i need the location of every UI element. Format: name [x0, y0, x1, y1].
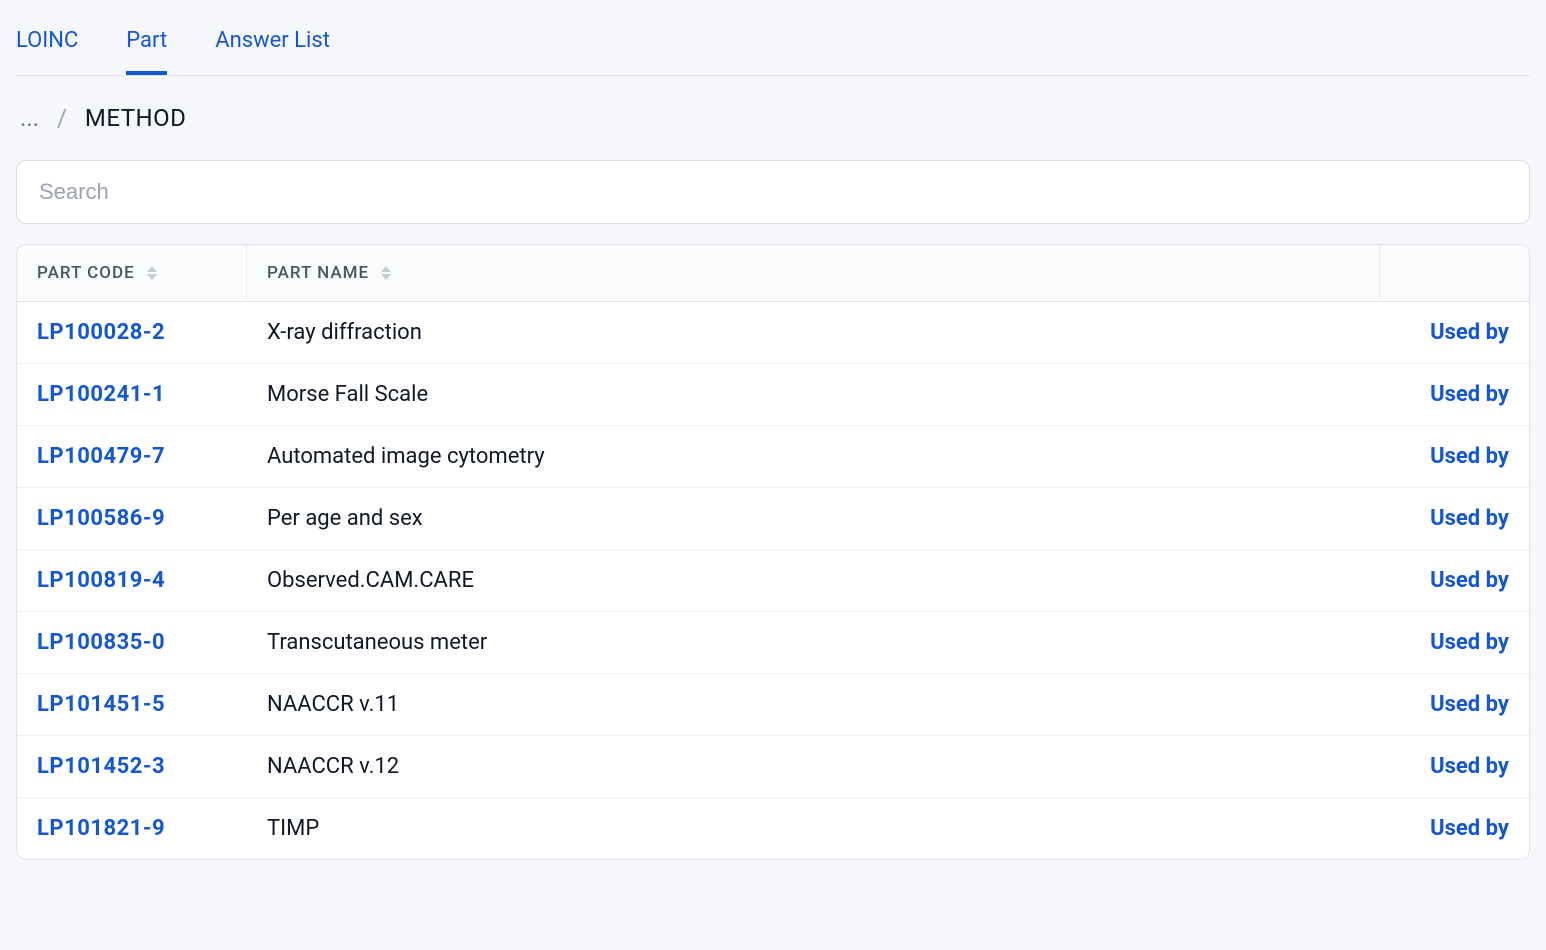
used-by-link[interactable]: Used by	[1430, 630, 1509, 655]
table-row: LP101452-3 NAACCR v.12 Used by	[17, 736, 1529, 798]
part-code-link[interactable]: LP100028-2	[37, 320, 165, 345]
table-header: PART CODE PART NAME	[17, 245, 1529, 302]
cell-actions: Used by	[1379, 798, 1529, 859]
cell-actions: Used by	[1379, 612, 1529, 673]
table-row: LP100028-2 X-ray diffraction Used by	[17, 302, 1529, 364]
table-row: LP100819-4 Observed.CAM.CARE Used by	[17, 550, 1529, 612]
cell-part-name: X-ray diffraction	[247, 302, 1379, 363]
cell-part-name: NAACCR v.11	[247, 674, 1379, 735]
used-by-link[interactable]: Used by	[1430, 754, 1509, 779]
part-code-link[interactable]: LP100241-1	[37, 382, 165, 407]
cell-actions: Used by	[1379, 426, 1529, 487]
sort-icon	[147, 266, 157, 280]
part-code-link[interactable]: LP101451-5	[37, 692, 165, 717]
cell-part-code: LP101821-9	[17, 798, 247, 859]
sort-icon	[381, 266, 391, 280]
breadcrumb-ellipsis[interactable]: ...	[20, 104, 39, 132]
tab-part[interactable]: Part	[126, 28, 167, 75]
breadcrumb-current: METHOD	[85, 104, 187, 132]
tab-answer-list[interactable]: Answer List	[215, 28, 330, 75]
part-code-link[interactable]: LP100586-9	[37, 506, 165, 531]
tabs-bar: LOINC Part Answer List	[16, 0, 1530, 76]
cell-part-code: LP101452-3	[17, 736, 247, 797]
cell-actions: Used by	[1379, 550, 1529, 611]
used-by-link[interactable]: Used by	[1430, 506, 1509, 531]
part-code-link[interactable]: LP100835-0	[37, 630, 165, 655]
cell-part-code: LP100819-4	[17, 550, 247, 611]
breadcrumb-separator: /	[57, 104, 67, 132]
table-row: LP100479-7 Automated image cytometry Used …	[17, 426, 1529, 488]
parts-table: PART CODE PART NAME LP100028-2 X-ray diff…	[16, 244, 1530, 860]
cell-actions: Used by	[1379, 736, 1529, 797]
cell-part-name: TIMP	[247, 798, 1379, 859]
cell-actions: Used by	[1379, 488, 1529, 549]
cell-part-code: LP100479-7	[17, 426, 247, 487]
cell-part-code: LP100586-9	[17, 488, 247, 549]
table-row: LP100241-1 Morse Fall Scale Used by	[17, 364, 1529, 426]
table-row: LP101451-5 NAACCR v.11 Used by	[17, 674, 1529, 736]
part-code-link[interactable]: LP101452-3	[37, 754, 165, 779]
column-header-part-name[interactable]: PART NAME	[247, 245, 1379, 301]
table-row: LP100586-9 Per age and sex Used by	[17, 488, 1529, 550]
cell-actions: Used by	[1379, 302, 1529, 363]
cell-part-name: Transcutaneous meter	[247, 612, 1379, 673]
cell-part-name: Automated image cytometry	[247, 426, 1379, 487]
table-row: LP100835-0 Transcutaneous meter Used by	[17, 612, 1529, 674]
column-header-label: PART CODE	[37, 263, 135, 283]
used-by-link[interactable]: Used by	[1430, 320, 1509, 345]
table-body: LP100028-2X-ray diffractionUsed byLP1002…	[17, 302, 1529, 859]
cell-actions: Used by	[1379, 364, 1529, 425]
part-code-link[interactable]: LP101821-9	[37, 816, 165, 841]
cell-part-name: Morse Fall Scale	[247, 364, 1379, 425]
used-by-link[interactable]: Used by	[1430, 692, 1509, 717]
used-by-link[interactable]: Used by	[1430, 816, 1509, 841]
cell-part-name: NAACCR v.12	[247, 736, 1379, 797]
table-row: LP101821-9 TIMP Used by	[17, 798, 1529, 859]
cell-part-name: Observed.CAM.CARE	[247, 550, 1379, 611]
search-wrap	[16, 160, 1530, 224]
tab-loinc[interactable]: LOINC	[16, 28, 78, 75]
breadcrumb: ... / METHOD	[16, 104, 1530, 132]
part-code-link[interactable]: LP100819-4	[37, 568, 165, 593]
cell-actions: Used by	[1379, 674, 1529, 735]
column-header-part-code[interactable]: PART CODE	[17, 245, 247, 301]
cell-part-code: LP101451-5	[17, 674, 247, 735]
column-header-actions	[1379, 245, 1529, 301]
used-by-link[interactable]: Used by	[1430, 382, 1509, 407]
search-input[interactable]	[16, 160, 1530, 224]
cell-part-code: LP100028-2	[17, 302, 247, 363]
used-by-link[interactable]: Used by	[1430, 568, 1509, 593]
part-code-link[interactable]: LP100479-7	[37, 444, 165, 469]
used-by-link[interactable]: Used by	[1430, 444, 1509, 469]
cell-part-code: LP100835-0	[17, 612, 247, 673]
cell-part-name: Per age and sex	[247, 488, 1379, 549]
cell-part-code: LP100241-1	[17, 364, 247, 425]
column-header-label: PART NAME	[267, 263, 369, 283]
